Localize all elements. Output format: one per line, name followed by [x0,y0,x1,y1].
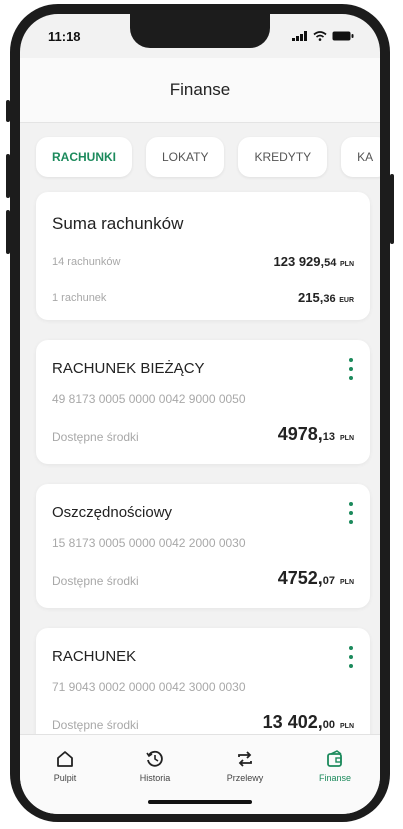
amount-dec: 07 [322,575,335,587]
account-card[interactable]: Oszczędnościowy 15 8173 0005 0000 0042 2… [36,484,370,608]
tab-label: LOKATY [162,150,209,164]
nav-item-finanse[interactable]: Finanse [300,749,370,783]
nav-item-pulpit[interactable]: Pulpit [30,749,100,783]
home-icon [57,751,73,767]
amount-int: 4978, [277,424,323,444]
battery-icon [332,31,354,41]
summary-row-label: 14 rachunków [52,256,121,268]
amount-dec: 00 [322,719,335,731]
available-amount: 4752,07 PLN [278,568,354,589]
summary-row-label: 1 rachunek [52,292,107,304]
more-options-icon[interactable] [348,646,354,668]
amount-currency: PLN [340,261,354,268]
volume-up-button [6,154,10,198]
status-icons [292,31,354,41]
nav-label: Historia [139,773,171,783]
power-button [390,174,394,244]
summary-card: Suma rachunków 14 rachunków 123 929,54 P… [36,192,370,320]
account-name: RACHUNEK [52,648,137,665]
amount-int: 4752, [277,568,323,588]
amount-currency: EUR [339,297,354,304]
nav-label: Finanse [318,773,352,783]
home-indicator [148,800,252,804]
volume-down-button [6,210,10,254]
nav-item-przelewy[interactable]: Przelewy [210,749,280,783]
available-label: Dostępne środki [52,574,139,588]
account-name: Oszczędnościowy [52,504,173,521]
more-options-icon[interactable] [348,502,354,524]
nav-label: Pulpit [53,773,77,783]
available-amount: 13 402,00 PLN [263,712,354,733]
amount-dec: 54 [324,257,337,269]
tab-kredyty[interactable]: KREDYTY [238,137,328,177]
finance-icon [327,750,342,767]
account-number: 49 8173 0005 0000 0042 9000 0050 [52,392,246,406]
silent-switch [6,100,10,122]
tab-rachunki[interactable]: RACHUNKI [36,137,132,177]
history-icon [146,750,163,767]
available-label: Dostępne środki [52,718,139,732]
account-number: 71 9043 0002 0000 0042 3000 0030 [52,680,246,694]
amount-currency: PLN [340,723,354,730]
amount-int: 13 402, [262,712,323,732]
wifi-icon [313,31,327,41]
amount-dec: 36 [323,293,336,305]
nav-label: Przelewy [226,773,264,783]
signal-icon [292,31,307,41]
app-screen: 11:18 Finanse RACHUNKI LOKATY KREDYTY KA [20,14,380,814]
summary-title: Suma rachunków [52,214,184,233]
tab-bar: RACHUNKI LOKATY KREDYTY KA [20,126,380,188]
page-title: Finanse [169,80,231,99]
tab-label: RACHUNKI [52,150,116,164]
available-amount: 4978,13 PLN [278,424,354,445]
account-number: 15 8173 0005 0000 0042 2000 0030 [52,536,246,550]
account-name: RACHUNEK BIEŻĄCY [52,360,205,377]
tab-karty[interactable]: KA [341,137,380,177]
tab-label: KREDYTY [254,150,312,164]
tab-label: KA [357,150,374,164]
amount-dec: 13 [322,431,335,443]
transfer-icon [238,751,252,767]
amount-int: 215, [298,290,324,305]
summary-row-amount: 123 929,54 PLN [274,254,354,269]
nav-item-historia[interactable]: Historia [120,749,190,783]
available-label: Dostępne środki [52,430,139,444]
summary-row-amount: 215,36 EUR [298,290,354,305]
account-card[interactable]: RACHUNEK BIEŻĄCY 49 8173 0005 0000 0042 … [36,340,370,464]
tab-lokaty[interactable]: LOKATY [146,137,225,177]
status-time: 11:18 [48,28,81,44]
notch [130,14,270,48]
amount-int: 123 929, [273,254,325,269]
amount-currency: PLN [340,435,354,442]
more-options-icon[interactable] [348,358,354,380]
page-header: Finanse [20,58,380,123]
amount-currency: PLN [340,579,354,586]
